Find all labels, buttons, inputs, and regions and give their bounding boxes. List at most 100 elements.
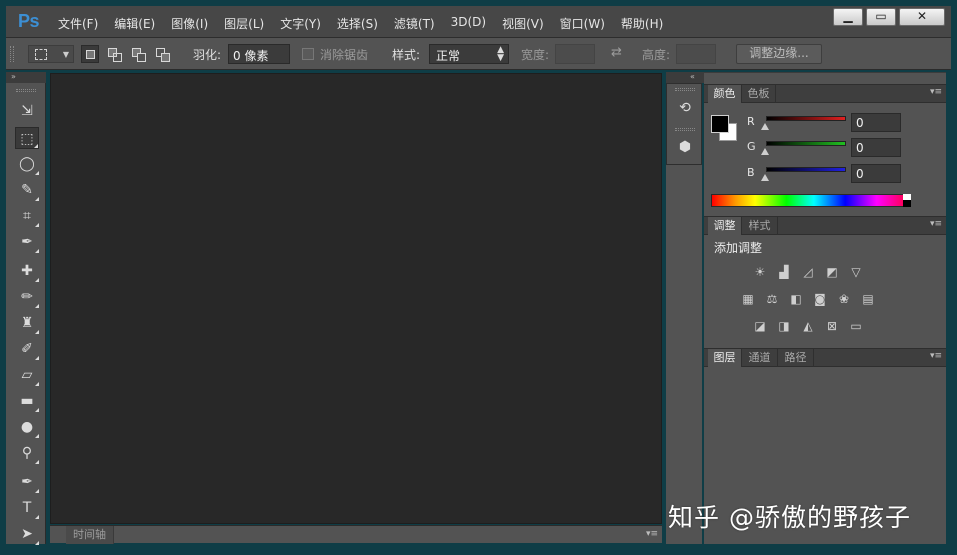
- refine-edge-button[interactable]: 调整边缘...: [736, 44, 822, 64]
- subtract-selection-button[interactable]: [129, 45, 147, 63]
- menu-edit[interactable]: 编辑(E): [114, 15, 155, 32]
- color-balance-icon[interactable]: ⚖: [764, 292, 780, 306]
- intersect-selection-button[interactable]: [153, 45, 171, 63]
- menu-type[interactable]: 文字(Y): [280, 15, 321, 32]
- add-selection-button[interactable]: [105, 45, 123, 63]
- r-slider-track[interactable]: [766, 116, 846, 121]
- gradient-tool-icon[interactable]: ▬: [15, 390, 39, 412]
- new-selection-icon: [86, 50, 95, 59]
- menu-help[interactable]: 帮助(H): [621, 15, 663, 32]
- posterize-icon[interactable]: ◨: [776, 319, 792, 333]
- vibrance-icon[interactable]: ▽: [848, 265, 864, 279]
- rect-marquee-tool-icon[interactable]: ⬚: [15, 127, 39, 149]
- channel-b-label: B: [747, 166, 755, 179]
- threshold-icon[interactable]: ◭: [800, 319, 816, 333]
- panel-menu-icon[interactable]: ▾≡: [930, 219, 942, 229]
- expand-icon: »: [11, 72, 16, 81]
- levels-icon[interactable]: ▟: [776, 265, 792, 279]
- type-tool-icon[interactable]: T: [15, 497, 39, 519]
- toolbox-collapse-strip[interactable]: »: [6, 72, 46, 83]
- feather-label: 羽化:: [193, 48, 222, 62]
- clone-stamp-tool-icon[interactable]: ♜: [15, 312, 39, 334]
- tools-panel: ⇲ ⬚ ◯ ✎ ⌗ ✒ ✚ ✏ ♜ ✐ ▱ ▬ ● ⚲ ✒ T ➤: [6, 83, 46, 545]
- eyedropper-tool-icon[interactable]: ✒: [15, 231, 39, 253]
- move-tool-icon[interactable]: ⇲: [15, 100, 39, 122]
- menu-3d[interactable]: 3D(D): [451, 15, 486, 32]
- menu-view[interactable]: 视图(V): [502, 15, 544, 32]
- pen-tool-icon[interactable]: ✒: [15, 471, 39, 493]
- blur-glyph: ●: [20, 419, 34, 435]
- b-value-input[interactable]: 0: [851, 164, 901, 183]
- crop-tool-icon[interactable]: ⌗: [15, 205, 39, 227]
- photo-filter-icon[interactable]: ◙: [812, 292, 828, 306]
- color-lookup-icon[interactable]: ▤: [860, 292, 876, 306]
- new-selection-button[interactable]: [81, 45, 99, 63]
- b-slider-thumb[interactable]: [761, 174, 769, 181]
- swap-icon[interactable]: ⇄: [611, 45, 622, 60]
- r-slider-thumb[interactable]: [761, 123, 769, 130]
- g-slider-track[interactable]: [766, 141, 846, 146]
- close-button[interactable]: ✕: [899, 8, 945, 26]
- g-value-input[interactable]: 0: [851, 138, 901, 157]
- path-select-tool-icon[interactable]: ➤: [15, 523, 39, 545]
- hue-sat-icon[interactable]: ▦: [740, 292, 756, 306]
- bw-icon[interactable]: ◧: [788, 292, 804, 306]
- style-select[interactable]: 正常 ▲ ▼: [429, 44, 509, 64]
- feather-input[interactable]: 0 像素: [228, 44, 290, 64]
- bw-ramp[interactable]: [903, 194, 911, 207]
- panel-menu-icon[interactable]: ▾≡: [930, 351, 942, 361]
- selective-color-icon[interactable]: ⊠: [824, 319, 840, 333]
- tab-paths[interactable]: 路径: [778, 349, 814, 367]
- panel-menu-icon[interactable]: ▾≡: [646, 529, 658, 539]
- submenu-corner: [35, 356, 39, 360]
- invert-icon[interactable]: ◪: [752, 319, 768, 333]
- blur-tool-icon[interactable]: ●: [15, 416, 39, 438]
- tab-layers[interactable]: 图层: [708, 349, 742, 367]
- gradient-glyph: ▬: [20, 393, 34, 409]
- dock-grip-2[interactable]: [675, 128, 695, 131]
- gradient-map-icon[interactable]: ▭: [848, 319, 864, 333]
- g-slider-thumb[interactable]: [761, 148, 769, 155]
- r-value-input[interactable]: 0: [851, 113, 901, 132]
- eraser-tool-icon[interactable]: ▱: [15, 364, 39, 386]
- menu-select[interactable]: 选择(S): [337, 15, 378, 32]
- quick-select-tool-icon[interactable]: ✎: [15, 179, 39, 201]
- b-slider-track[interactable]: [766, 167, 846, 172]
- antialias-checkbox[interactable]: [302, 48, 314, 60]
- menu-file[interactable]: 文件(F): [58, 15, 98, 32]
- history-brush-tool-icon[interactable]: ✐: [15, 338, 39, 360]
- tool-preset-picker[interactable]: ▼: [28, 45, 74, 63]
- options-grip[interactable]: [10, 46, 14, 62]
- panel-menu-icon[interactable]: ▾≡: [930, 87, 942, 97]
- history-panel-icon[interactable]: ⟲: [674, 97, 696, 119]
- submenu-corner: [35, 460, 39, 464]
- height-input[interactable]: [676, 44, 716, 64]
- curves-icon[interactable]: ◿: [800, 265, 816, 279]
- color-spectrum-ramp[interactable]: [711, 194, 909, 207]
- tab-swatches[interactable]: 色板: [742, 85, 776, 103]
- tab-color[interactable]: 颜色: [708, 85, 742, 103]
- foreground-color-swatch[interactable]: [711, 115, 729, 133]
- tab-adjustments[interactable]: 调整: [708, 217, 742, 235]
- document-canvas-area[interactable]: [50, 73, 662, 524]
- healing-brush-tool-icon[interactable]: ✚: [15, 260, 39, 282]
- dodge-tool-icon[interactable]: ⚲: [15, 442, 39, 464]
- toolbox-grip[interactable]: [16, 89, 36, 92]
- dock-grip[interactable]: [675, 88, 695, 91]
- width-input[interactable]: [555, 44, 595, 64]
- menu-window[interactable]: 窗口(W): [560, 15, 605, 32]
- tab-channels[interactable]: 通道: [742, 349, 778, 367]
- menu-image[interactable]: 图像(I): [171, 15, 208, 32]
- brush-tool-icon[interactable]: ✏: [15, 286, 39, 308]
- channel-mixer-icon[interactable]: ❀: [836, 292, 852, 306]
- lasso-tool-icon[interactable]: ◯: [15, 153, 39, 175]
- brightness-icon[interactable]: ☀: [752, 265, 768, 279]
- minimize-button[interactable]: ▁: [833, 8, 863, 26]
- exposure-icon[interactable]: ◩: [824, 265, 840, 279]
- maximize-button[interactable]: ▭: [866, 8, 896, 26]
- timeline-tab[interactable]: 时间轴: [66, 526, 114, 544]
- 3d-panel-icon[interactable]: ⬢: [674, 136, 696, 158]
- tab-styles[interactable]: 样式: [742, 217, 778, 235]
- menu-layer[interactable]: 图层(L): [224, 15, 264, 32]
- menu-filter[interactable]: 滤镜(T): [394, 15, 435, 32]
